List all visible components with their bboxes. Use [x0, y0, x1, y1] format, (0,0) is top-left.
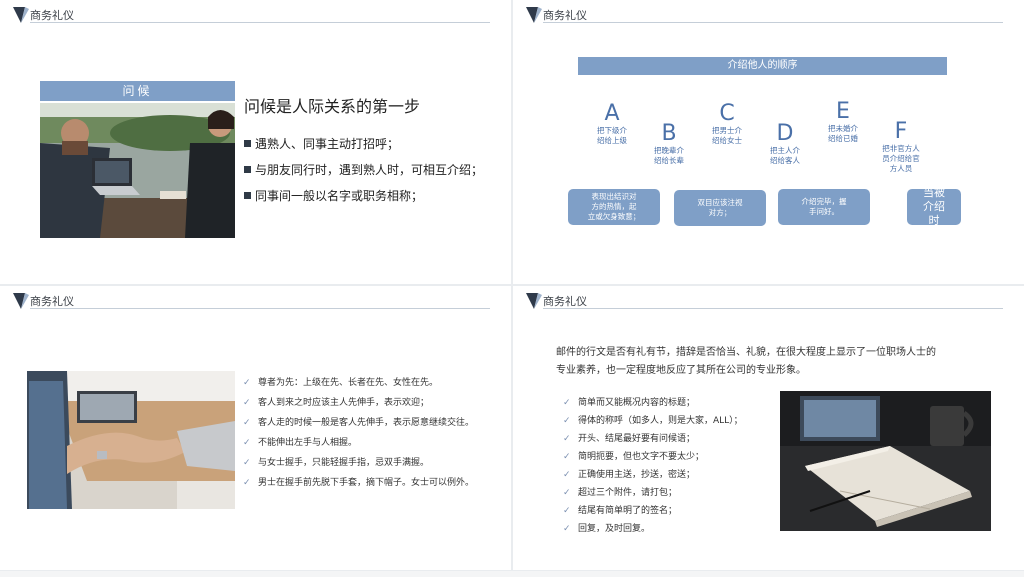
list-item: ✓ 不能伸出左手与人相握。 — [243, 438, 358, 448]
header-divider — [543, 22, 1003, 23]
greeting-list: 遇熟人、同事主动打招呼； 与朋友同行时，遇到熟人时，可相互介绍； 同事间一般以名… — [244, 134, 483, 212]
checkmark-icon: ✓ — [563, 506, 571, 516]
checkmark-icon: ✓ — [243, 378, 251, 388]
list-item: 同事间一般以名字或职务相称； — [244, 186, 483, 212]
slide-introduction-order[interactable]: 商务礼仪 介绍他人的顺序 A 把下级介 绍给上级 B 把晚辈介 绍给长辈 C 把… — [513, 0, 1024, 284]
slide-greeting[interactable]: 商务礼仪 问候 问候是人际关系的第一步 遇熟人、同事主动打招呼； 与朋友同行时，… — [0, 0, 511, 284]
square-bullet-icon — [244, 140, 251, 147]
list-item: ✓ 男士在握手前先脱下手套，摘下帽子。女士可以例外。 — [243, 478, 475, 488]
header-title: 商务礼仪 — [543, 9, 587, 22]
checkmark-icon: ✓ — [563, 470, 571, 480]
list-item: 遇熟人、同事主动打招呼； — [244, 134, 483, 160]
slide-heading: 问候是人际关系的第一步 — [244, 97, 421, 116]
triangle-logo-icon — [526, 293, 542, 309]
checkmark-icon: ✓ — [563, 452, 571, 462]
intro-paragraph: 邮件的行文是否有礼有节，措辞是否恰当、礼貌，在很大程度上显示了一位职场人士的 专… — [556, 347, 936, 376]
list-item: ✓ 正确使用主送，抄送，密送； — [563, 470, 696, 480]
header-divider — [543, 308, 1003, 309]
slide-email-etiquette[interactable]: 商务礼仪 邮件的行文是否有礼有节，措辞是否恰当、礼貌，在很大程度上显示了一位职场… — [513, 286, 1024, 570]
step-e: E 把未婚介 绍给已婚 — [828, 99, 858, 144]
list-item: ✓ 结尾有简单明了的签名； — [563, 506, 678, 516]
handshake-rules-list: ✓ 尊者为先：上级在先、长者在先、女性在先。 ✓ 客人到来之时应该主人先伸手，表示欢… — [243, 376, 474, 496]
square-bullet-icon — [244, 166, 251, 173]
note-pill: 表现出结识对 方的热情，起 立或欠身致意； — [568, 189, 660, 225]
triangle-logo-icon — [13, 293, 29, 309]
list-item: ✓ 客人到来之时应该主人先伸手，表示欢迎； — [243, 398, 430, 408]
list-item: ✓ 简单而又能概况内容的标题； — [563, 398, 696, 408]
list-item: ✓ 与女士握手，只能轻握手指，忌双手满握。 — [243, 458, 430, 468]
slide-header: 商务礼仪 — [12, 6, 492, 24]
list-item: ✓ 得体的称呼（如多人，则是大家，ALL）； — [563, 416, 743, 426]
step-f: F 把非官方人 员介绍给官 方人员 — [882, 119, 920, 174]
slide-header: 商务礼仪 — [525, 292, 1005, 310]
handshake-photo — [27, 371, 235, 509]
step-a: A 把下级介 绍给上级 — [597, 101, 627, 146]
email-rules-list: ✓ 简单而又能概况内容的标题； ✓ 得体的称呼（如多人，则是大家，ALL）； ✓ 开头… — [563, 396, 743, 540]
header-title: 商务礼仪 — [30, 295, 74, 308]
slide-header: 商务礼仪 — [525, 6, 1005, 24]
checkmark-icon: ✓ — [243, 418, 251, 428]
list-item: ✓ 开头、结尾最好要有问候语； — [563, 434, 696, 444]
slide-handshake[interactable]: 商务礼仪 ✓ 尊者为先：上级在先、长者在先、女性在先。 ✓ 客人到来之时应该主人先伸… — [0, 286, 511, 570]
section-title-bar: 介绍他人的顺序 — [578, 57, 947, 75]
header-divider — [30, 308, 490, 309]
checkmark-icon: ✓ — [563, 488, 571, 498]
slide-header: 商务礼仪 — [12, 292, 492, 310]
step-b: B 把晚辈介 绍给长辈 — [654, 121, 684, 166]
header-title: 商务礼仪 — [30, 9, 74, 22]
checkmark-icon: ✓ — [563, 398, 571, 408]
notebook-desk-photo — [780, 391, 991, 531]
bottom-strip — [0, 571, 1024, 577]
header-title: 商务礼仪 — [543, 295, 587, 308]
checkmark-icon: ✓ — [563, 524, 571, 534]
header-divider — [30, 22, 490, 23]
checkmark-icon: ✓ — [563, 434, 571, 444]
note-pill: 当被 介绍时 — [907, 186, 961, 227]
step-c: C 把男士介 绍给女士 — [712, 101, 742, 146]
list-item: ✓ 客人走的时候一般是客人先伸手，表示愿意继续交往。 — [243, 418, 475, 428]
section-label: 问候 — [40, 81, 235, 101]
checkmark-icon: ✓ — [563, 416, 571, 426]
triangle-logo-icon — [526, 7, 542, 23]
list-item: ✓ 简明扼要，但也文字不要太少； — [563, 452, 705, 462]
note-pill: 介绍完毕，握 手问好。 — [778, 189, 870, 225]
step-d: D 把主人介 绍给客人 — [770, 121, 800, 166]
checkmark-icon: ✓ — [243, 438, 251, 448]
business-meeting-photo — [40, 103, 235, 238]
triangle-logo-icon — [13, 7, 29, 23]
checkmark-icon: ✓ — [243, 478, 251, 488]
list-item: 与朋友同行时，遇到熟人时，可相互介绍； — [244, 160, 483, 186]
list-item: ✓ 尊者为先：上级在先、长者在先、女性在先。 — [243, 378, 439, 388]
square-bullet-icon — [244, 192, 251, 199]
list-item: ✓ 超过三个附件，请打包； — [563, 488, 678, 498]
checkmark-icon: ✓ — [243, 398, 251, 408]
list-item: ✓ 回复，及时回复。 — [563, 524, 651, 534]
checkmark-icon: ✓ — [243, 458, 251, 468]
note-pill: 双目应该注视 对方； — [674, 190, 766, 226]
